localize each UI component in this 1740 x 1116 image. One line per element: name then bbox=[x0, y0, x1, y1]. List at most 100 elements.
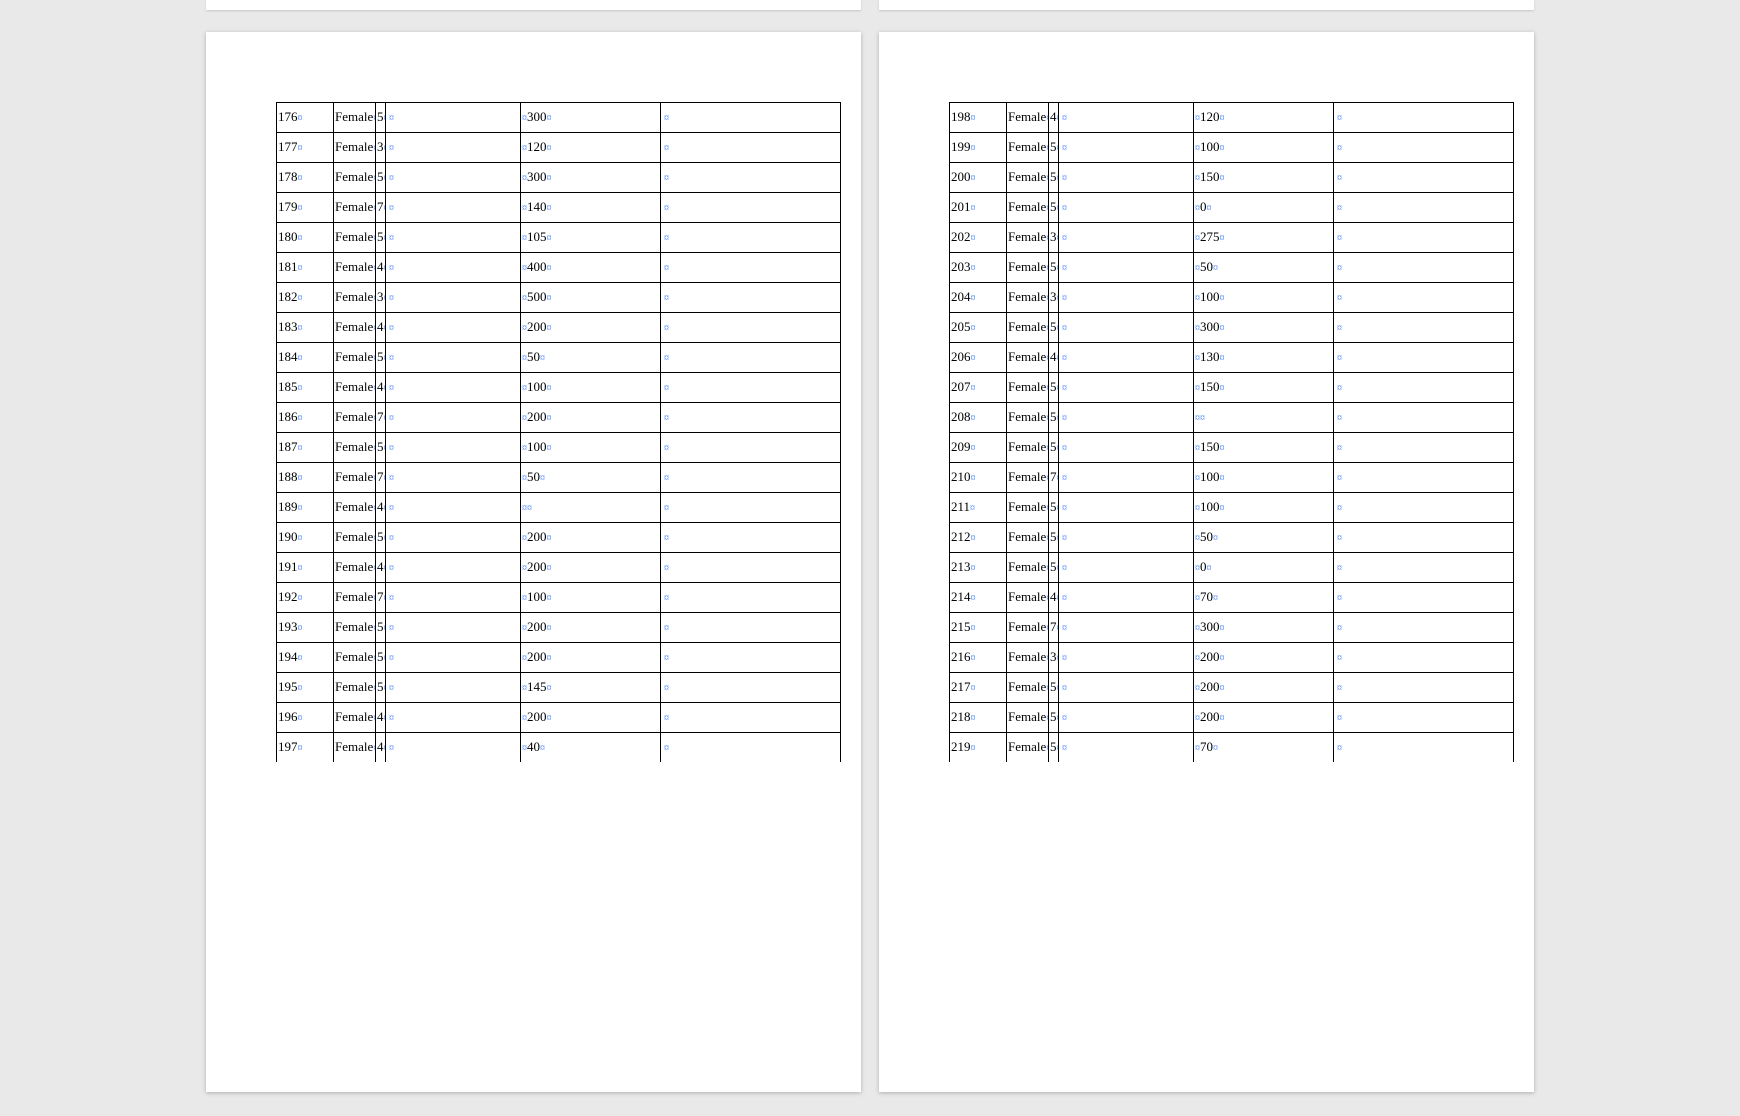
table-row: 219¤Female¤5¤¤¤70¤¤ bbox=[950, 733, 1514, 763]
cell-value: 214 bbox=[951, 590, 971, 604]
cell-id: 196¤ bbox=[277, 703, 334, 733]
table-row: 210¤Female¤7¤¤¤100¤¤ bbox=[950, 463, 1514, 493]
table-row: 194¤Female¤5¤¤¤200¤¤ bbox=[277, 643, 841, 673]
formatting-mark-icon: ¤ bbox=[1220, 442, 1225, 456]
cell-value: ¤40¤ bbox=[521, 733, 661, 763]
cell-empty: ¤ bbox=[386, 253, 521, 283]
cell-value: ¤200¤ bbox=[521, 313, 661, 343]
cell-id: 205¤ bbox=[950, 313, 1007, 343]
cell-id: 207¤ bbox=[950, 373, 1007, 403]
cell-trail: ¤ bbox=[661, 343, 841, 373]
table-row: 185¤Female¤4¤¤¤100¤¤ bbox=[277, 373, 841, 403]
formatting-mark-icon: ¤ bbox=[970, 502, 975, 516]
formatting-mark-icon: ¤ bbox=[298, 352, 303, 366]
cell-value: 120 bbox=[527, 140, 547, 154]
cell-trail: ¤ bbox=[661, 223, 841, 253]
formatting-mark-icon: ¤ bbox=[1213, 592, 1218, 606]
cell-value: ¤100¤ bbox=[521, 433, 661, 463]
cell-value: ¤200¤ bbox=[1194, 703, 1334, 733]
formatting-mark-icon: ¤ bbox=[1220, 382, 1225, 396]
cell-empty: ¤ bbox=[1059, 703, 1194, 733]
cell-gender: Female¤ bbox=[1007, 583, 1049, 613]
cell-gender: Female¤ bbox=[334, 733, 376, 763]
cell-value: ¤200¤ bbox=[521, 403, 661, 433]
cell-value: Female bbox=[335, 260, 373, 274]
cell-value: 209 bbox=[951, 440, 971, 454]
formatting-mark-icon: ¤ bbox=[298, 592, 303, 606]
cell-gender: Female¤ bbox=[1007, 133, 1049, 163]
formatting-mark-icon: ¤ bbox=[1062, 562, 1067, 576]
document-page-left: 176¤Female¤5¤¤¤300¤¤177¤Female¤3¤¤¤120¤¤… bbox=[206, 32, 861, 1092]
cell-num: 5¤ bbox=[376, 163, 386, 193]
formatting-mark-icon: ¤ bbox=[1220, 292, 1225, 306]
formatting-mark-icon: ¤ bbox=[547, 262, 552, 276]
cell-num: 7¤ bbox=[1049, 613, 1059, 643]
cell-value: 100 bbox=[1200, 500, 1220, 514]
cell-empty: ¤ bbox=[386, 313, 521, 343]
cell-num: 4¤ bbox=[1049, 103, 1059, 133]
cell-value: 100 bbox=[527, 590, 547, 604]
table-row: 195¤Female¤5¤¤¤145¤¤ bbox=[277, 673, 841, 703]
formatting-mark-icon: ¤ bbox=[1337, 442, 1342, 456]
cell-value: 300 bbox=[1200, 620, 1220, 634]
cell-value: ¤400¤ bbox=[521, 253, 661, 283]
cell-trail: ¤ bbox=[1334, 283, 1514, 313]
formatting-mark-icon: ¤ bbox=[389, 712, 394, 726]
table-row: 184¤Female¤5¤¤¤50¤¤ bbox=[277, 343, 841, 373]
formatting-mark-icon: ¤ bbox=[664, 622, 669, 636]
table-row: 179¤Female¤7¤¤¤140¤¤ bbox=[277, 193, 841, 223]
cell-value: 188 bbox=[278, 470, 298, 484]
cell-empty: ¤ bbox=[386, 193, 521, 223]
formatting-mark-icon: ¤ bbox=[298, 322, 303, 336]
table-row: 212¤Female¤5¤¤¤50¤¤ bbox=[950, 523, 1514, 553]
cell-empty: ¤ bbox=[1059, 553, 1194, 583]
formatting-mark-icon: ¤ bbox=[971, 412, 976, 426]
table-row: 211¤Female¤5¤¤¤100¤¤ bbox=[950, 493, 1514, 523]
cell-value: 200 bbox=[527, 560, 547, 574]
cell-value: ¤50¤ bbox=[1194, 523, 1334, 553]
cell-empty: ¤ bbox=[1059, 583, 1194, 613]
cell-empty: ¤ bbox=[1059, 193, 1194, 223]
cell-value: 200 bbox=[1200, 710, 1220, 724]
formatting-mark-icon: ¤ bbox=[298, 562, 303, 576]
cell-value: ¤300¤ bbox=[1194, 613, 1334, 643]
formatting-mark-icon: ¤ bbox=[1062, 322, 1067, 336]
cell-num: 7¤ bbox=[1049, 463, 1059, 493]
cell-gender: Female¤ bbox=[334, 523, 376, 553]
formatting-mark-icon: ¤ bbox=[298, 652, 303, 666]
cell-gender: Female¤ bbox=[334, 283, 376, 313]
cell-trail: ¤ bbox=[661, 313, 841, 343]
cell-id: 183¤ bbox=[277, 313, 334, 343]
cell-gender: Female¤ bbox=[1007, 403, 1049, 433]
cell-num: 5¤ bbox=[1049, 553, 1059, 583]
formatting-mark-icon: ¤ bbox=[547, 442, 552, 456]
cell-value: ¤0¤ bbox=[1194, 553, 1334, 583]
formatting-mark-icon: ¤ bbox=[1062, 622, 1067, 636]
cell-trail: ¤ bbox=[1334, 343, 1514, 373]
cell-value: ¤0¤ bbox=[1194, 193, 1334, 223]
cell-value: Female bbox=[1008, 170, 1046, 184]
formatting-mark-icon: ¤ bbox=[1062, 292, 1067, 306]
formatting-mark-icon: ¤ bbox=[971, 592, 976, 606]
cell-id: 177¤ bbox=[277, 133, 334, 163]
formatting-mark-icon: ¤ bbox=[298, 382, 303, 396]
cell-id: 192¤ bbox=[277, 583, 334, 613]
cell-trail: ¤ bbox=[661, 373, 841, 403]
formatting-mark-icon: ¤ bbox=[1337, 292, 1342, 306]
table-row: 201¤Female¤5¤¤¤0¤¤ bbox=[950, 193, 1514, 223]
cell-num: 5¤ bbox=[1049, 433, 1059, 463]
cell-value: 219 bbox=[951, 740, 971, 754]
cell-id: 219¤ bbox=[950, 733, 1007, 763]
formatting-mark-icon: ¤ bbox=[1213, 742, 1218, 756]
cell-value: 200 bbox=[527, 410, 547, 424]
cell-value: Female bbox=[1008, 710, 1046, 724]
cell-value: 275 bbox=[1200, 230, 1220, 244]
cell-trail: ¤ bbox=[661, 463, 841, 493]
formatting-mark-icon: ¤ bbox=[1337, 352, 1342, 366]
formatting-mark-icon: ¤ bbox=[971, 382, 976, 396]
cell-empty: ¤ bbox=[386, 613, 521, 643]
cell-value: 200 bbox=[951, 170, 971, 184]
cell-value: Female bbox=[1008, 260, 1046, 274]
table-row: 209¤Female¤5¤¤¤150¤¤ bbox=[950, 433, 1514, 463]
formatting-mark-icon: ¤ bbox=[664, 472, 669, 486]
